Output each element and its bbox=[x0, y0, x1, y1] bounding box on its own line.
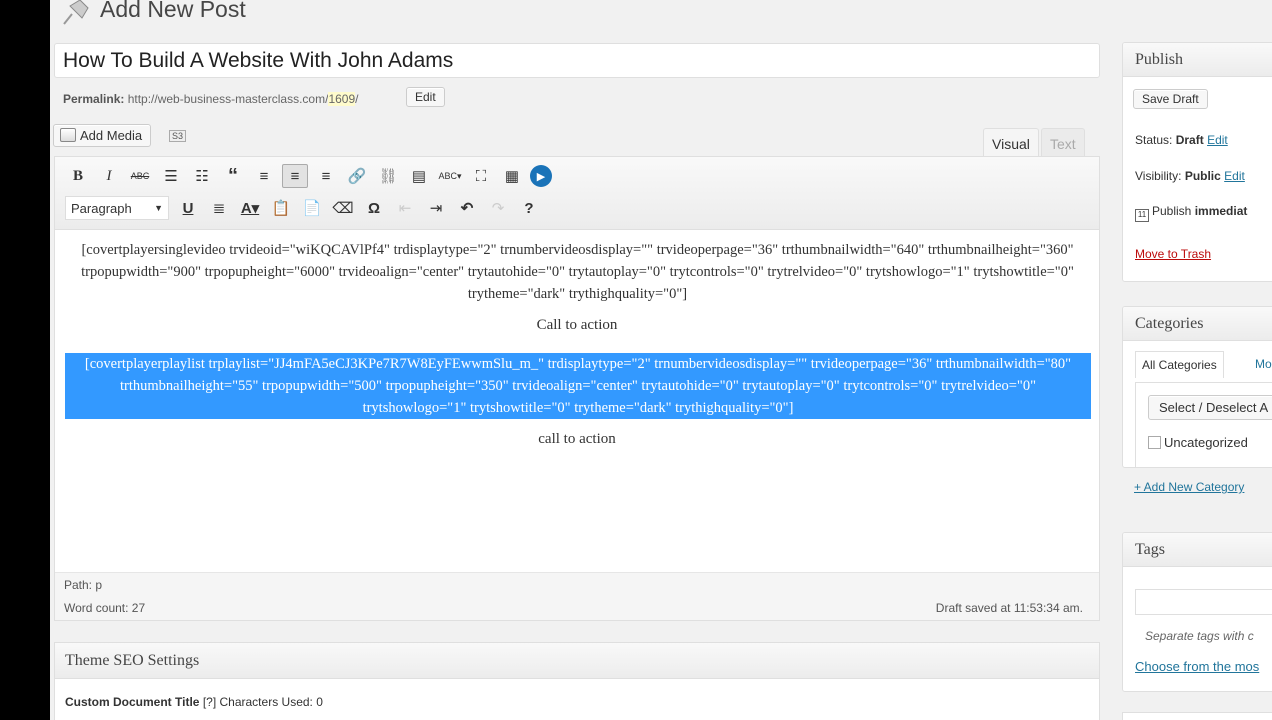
tags-input[interactable] bbox=[1135, 589, 1272, 615]
publish-schedule-value: immediat bbox=[1194, 204, 1248, 218]
align-left-icon[interactable]: ≡ bbox=[251, 164, 277, 188]
category-item-label: Uncategorized bbox=[1164, 435, 1248, 450]
clear-formatting-icon[interactable]: ⌫ bbox=[330, 196, 356, 220]
post-visibility: Visibility: Public Edit bbox=[1135, 169, 1245, 183]
category-list: Select / Deselect A Uncategorized bbox=[1135, 382, 1272, 467]
permalink-base: http://web-business-masterclass.com/ bbox=[127, 92, 329, 106]
seo-settings-box: Theme SEO Settings Custom Document Title… bbox=[54, 642, 1100, 720]
tab-text[interactable]: Text bbox=[1041, 128, 1085, 157]
editor-status-bar: Path: p Word count: 27 Draft saved at 11… bbox=[55, 572, 1099, 620]
tab-visual[interactable]: Visual bbox=[983, 128, 1039, 157]
seo-title-row: Custom Document Title [?] Characters Use… bbox=[65, 695, 323, 709]
chevron-down-icon: ▼ bbox=[154, 203, 163, 213]
visibility-value: Public bbox=[1184, 169, 1221, 183]
insert-more-icon[interactable]: ▤ bbox=[406, 164, 432, 188]
checkbox-icon[interactable] bbox=[1148, 436, 1161, 449]
categories-box-title[interactable]: Categories bbox=[1123, 307, 1272, 341]
special-character-icon[interactable]: Ω bbox=[361, 196, 387, 220]
publish-schedule-label: Publish bbox=[1152, 204, 1192, 218]
word-count: Word count: 27 bbox=[64, 601, 146, 615]
page-title: Add New Post bbox=[100, 0, 246, 22]
post-status: Status: Draft Edit bbox=[1135, 133, 1228, 147]
format-select-value: Paragraph bbox=[71, 200, 132, 216]
redo-icon[interactable]: ↷ bbox=[485, 196, 511, 220]
element-path: Path: p bbox=[64, 578, 103, 592]
publish-box: Publish Save Draft Status: Draft Edit Vi… bbox=[1122, 42, 1272, 282]
status-edit-link[interactable]: Edit bbox=[1207, 133, 1228, 147]
publish-box-title[interactable]: Publish bbox=[1123, 43, 1272, 77]
visibility-label: Visibility: bbox=[1135, 169, 1182, 183]
insert-link-icon[interactable]: 🔗 bbox=[344, 164, 370, 188]
category-tabs: All Categories Mos bbox=[1135, 351, 1272, 383]
blockquote-icon[interactable]: “ bbox=[220, 164, 246, 188]
tags-box-title[interactable]: Tags bbox=[1123, 533, 1272, 567]
publish-schedule: 11 Publish immediat bbox=[1135, 204, 1247, 222]
paste-word-icon[interactable]: 📄 bbox=[299, 196, 325, 220]
category-item-uncategorized[interactable]: Uncategorized bbox=[1148, 435, 1248, 450]
justify-icon[interactable]: ≣ bbox=[206, 196, 232, 220]
shortcode-single-video[interactable]: [covertplayersinglevideo trvideoid="wiKQ… bbox=[75, 239, 1080, 305]
editor-content[interactable]: [covertplayersinglevideo trvideoid="wiKQ… bbox=[55, 231, 1099, 571]
next-side-box bbox=[1122, 712, 1272, 720]
video-player-icon[interactable]: ▶ bbox=[530, 165, 552, 187]
call-to-action-1[interactable]: Call to action bbox=[55, 317, 1099, 334]
format-select[interactable]: Paragraph ▼ bbox=[65, 196, 169, 220]
editor-toolbar: B I ABC ☰ ☷ “ ≡ ≡ ≡ 🔗 ⛓ ▤ ABC▾ ⛶ ▦ ▶ Par… bbox=[55, 157, 1099, 230]
categories-box: Categories All Categories Mos Select / D… bbox=[1122, 306, 1272, 468]
spellcheck-icon[interactable]: ABC▾ bbox=[437, 164, 463, 188]
pushpin-icon bbox=[63, 0, 89, 25]
permalink-trail: / bbox=[355, 92, 359, 106]
permalink-label: Permalink: bbox=[63, 92, 125, 106]
permalink: Permalink: http://web-business-mastercla… bbox=[63, 92, 359, 106]
shortcode-playlist-selected[interactable]: [covertplayerplaylist trplaylist="JJ4mFA… bbox=[65, 353, 1091, 419]
help-icon[interactable]: ? bbox=[516, 196, 542, 220]
toolbar-row-1: B I ABC ☰ ☷ “ ≡ ≡ ≡ 🔗 ⛓ ▤ ABC▾ ⛶ ▦ ▶ bbox=[65, 163, 557, 189]
tags-hint: Separate tags with c bbox=[1145, 629, 1254, 643]
indent-icon[interactable]: ⇥ bbox=[423, 196, 449, 220]
tab-all-categories[interactable]: All Categories bbox=[1135, 351, 1224, 378]
text-color-icon[interactable]: A▾ bbox=[237, 196, 263, 220]
status-value: Draft bbox=[1175, 133, 1204, 147]
paste-text-icon[interactable]: 📋 bbox=[268, 196, 294, 220]
seo-help-link[interactable]: [?] bbox=[203, 695, 216, 709]
bullet-list-icon[interactable]: ☰ bbox=[158, 164, 184, 188]
visibility-edit-link[interactable]: Edit bbox=[1224, 169, 1245, 183]
calendar-icon: 11 bbox=[1135, 209, 1149, 222]
move-to-trash-link[interactable]: Move to Trash bbox=[1135, 247, 1211, 261]
add-new-category-link[interactable]: + Add New Category bbox=[1134, 480, 1244, 494]
tags-box: Tags Separate tags with c Choose from th… bbox=[1122, 532, 1272, 692]
undo-icon[interactable]: ↶ bbox=[454, 196, 480, 220]
choose-most-used-tags-link[interactable]: Choose from the mos bbox=[1135, 659, 1259, 674]
wp-admin-screen: Add New Post How To Build A Website With… bbox=[50, 0, 1272, 720]
autosave-status: Draft saved at 11:53:34 am. bbox=[935, 601, 1083, 615]
italic-icon[interactable]: I bbox=[96, 164, 122, 188]
media-icon bbox=[60, 128, 76, 142]
post-editor: B I ABC ☰ ☷ “ ≡ ≡ ≡ 🔗 ⛓ ▤ ABC▾ ⛶ ▦ ▶ Par… bbox=[54, 156, 1100, 621]
align-right-icon[interactable]: ≡ bbox=[313, 164, 339, 188]
tab-most-used[interactable]: Mos bbox=[1249, 351, 1272, 377]
post-title-input[interactable]: How To Build A Website With John Adams bbox=[54, 43, 1100, 78]
seo-title-label: Custom Document Title bbox=[65, 695, 200, 709]
permalink-edit-button[interactable]: Edit bbox=[406, 87, 445, 107]
status-label: Status: bbox=[1135, 133, 1173, 147]
add-media-label: Add Media bbox=[80, 128, 143, 143]
outdent-icon[interactable]: ⇤ bbox=[392, 196, 418, 220]
save-draft-button[interactable]: Save Draft bbox=[1133, 89, 1208, 109]
seo-settings-title[interactable]: Theme SEO Settings bbox=[55, 643, 1099, 679]
toolbar-row-2: Paragraph ▼ U ≣ A▾ 📋 📄 ⌫ Ω ⇤ ⇥ ↶ ↷ ? bbox=[65, 195, 547, 221]
seo-char-count: Characters Used: 0 bbox=[219, 695, 323, 709]
permalink-slug[interactable]: 1609 bbox=[328, 92, 356, 106]
align-center-icon[interactable]: ≡ bbox=[282, 164, 308, 188]
add-media-button[interactable]: Add Media bbox=[53, 124, 152, 147]
select-deselect-all-button[interactable]: Select / Deselect A bbox=[1148, 395, 1272, 420]
s3-button[interactable]: S3 bbox=[169, 130, 187, 142]
strikethrough-icon[interactable]: ABC bbox=[127, 164, 153, 188]
numbered-list-icon[interactable]: ☷ bbox=[189, 164, 215, 188]
fullscreen-icon[interactable]: ⛶ bbox=[468, 164, 494, 188]
underline-icon[interactable]: U bbox=[175, 196, 201, 220]
kitchen-sink-icon[interactable]: ▦ bbox=[499, 164, 525, 188]
unlink-icon[interactable]: ⛓ bbox=[375, 164, 401, 188]
call-to-action-2[interactable]: call to action bbox=[55, 431, 1099, 448]
bold-icon[interactable]: B bbox=[65, 164, 91, 188]
